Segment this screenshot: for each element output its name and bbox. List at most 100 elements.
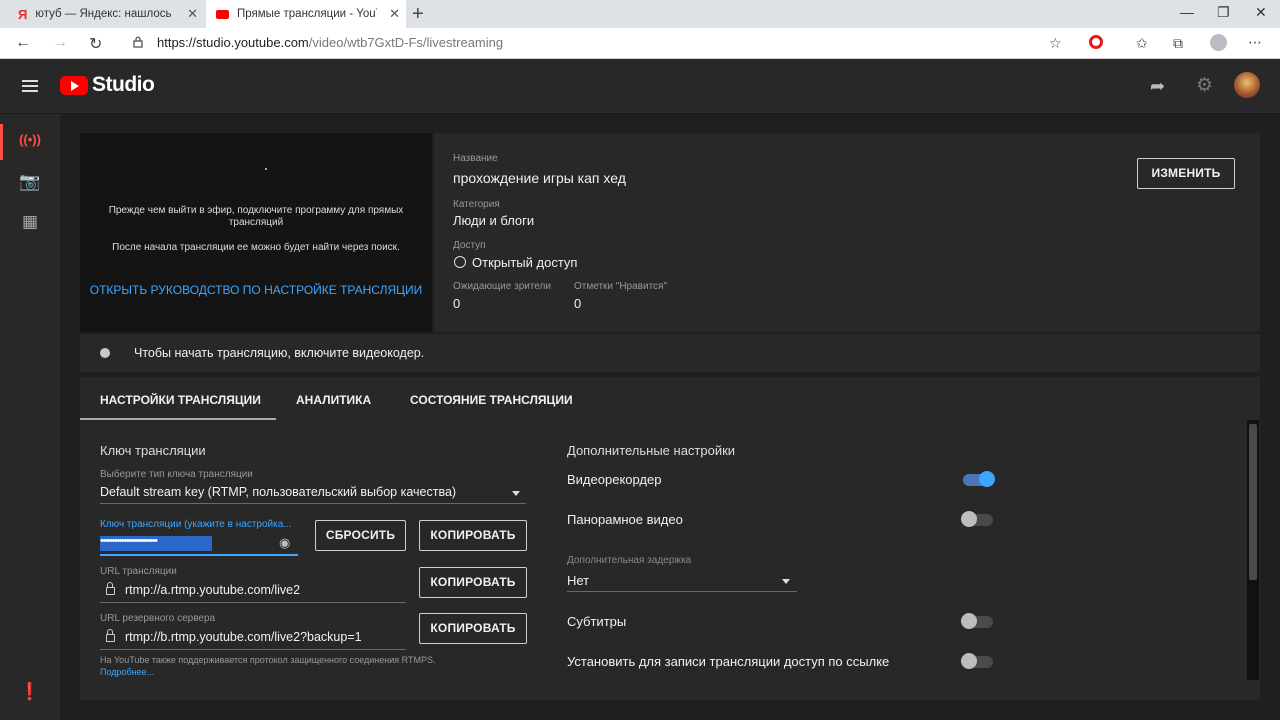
share-icon[interactable]: ➦ xyxy=(1150,76,1165,97)
url-field[interactable]: https://studio.youtube.com/video/wtb7Gxt… xyxy=(157,35,503,50)
feedback-icon[interactable]: ❗ xyxy=(0,682,60,702)
stream-preview: Прежде чем выйти в эфир, подключите прог… xyxy=(80,133,432,332)
lock-icon xyxy=(106,582,115,595)
panorama-label: Панорамное видео xyxy=(567,512,683,527)
studio-header: Studio ➦ ⚙ xyxy=(0,59,1280,114)
lock-icon xyxy=(106,629,115,642)
tab-title: ютуб — Яндекс: нашлось 66 млн xyxy=(35,8,175,20)
chevron-down-icon[interactable] xyxy=(512,491,520,496)
latency-underline xyxy=(567,591,797,592)
subtitles-toggle[interactable] xyxy=(961,613,993,629)
yandex-icon: Я xyxy=(18,6,28,22)
gear-icon[interactable]: ⚙ xyxy=(1196,74,1213,97)
category-value: Люди и блоги xyxy=(453,213,535,228)
tab-analytics[interactable]: АНАЛИТИКА xyxy=(296,393,371,407)
more-menu-icon[interactable]: ⋯ xyxy=(1248,34,1262,51)
minimize-icon[interactable]: — xyxy=(1180,4,1194,20)
favorite-star-icon[interactable]: ☆ xyxy=(1049,35,1062,52)
copy-url-button[interactable]: КОПИРОВАТЬ xyxy=(419,567,527,598)
browser-profile-icon[interactable] xyxy=(1210,34,1227,51)
backup-url-value: rtmp://b.rtmp.youtube.com/live2?backup=1 xyxy=(125,630,362,644)
select-underline xyxy=(100,503,526,504)
studio-brand: Studio xyxy=(92,73,155,96)
likes-value: 0 xyxy=(574,296,582,311)
close-tab-icon[interactable]: ✕ xyxy=(389,6,400,22)
stream-key-label: Ключ трансляции (укажите в настройка... xyxy=(100,519,292,530)
browser-tab-studio[interactable]: Прямые трансляции - YouTube Studio ✕ xyxy=(206,0,406,28)
subtitles-label: Субтитры xyxy=(567,614,627,629)
preview-connect-text: Прежде чем выйти в эфир, подключите прог… xyxy=(108,205,404,228)
url-path: /video/wtb7GxtD-Fs/livestreaming xyxy=(308,35,504,50)
status-bar: Чтобы начать трансляцию, включите видеок… xyxy=(80,334,1260,372)
live-stream-icon[interactable]: ((•)) xyxy=(0,132,60,147)
browser-tab-yandex[interactable]: Я ютуб — Яндекс: нашлось 66 млн ✕ xyxy=(8,0,204,28)
backup-url-underline xyxy=(100,649,406,650)
url-underline xyxy=(100,602,406,603)
key-underline xyxy=(100,554,298,556)
advanced-title: Дополнительные настройки xyxy=(567,443,736,458)
browser-tab-bar: Я ютуб — Яндекс: нашлось 66 млн ✕ Прямые… xyxy=(0,0,1280,28)
reset-button[interactable]: СБРОСИТЬ xyxy=(315,520,406,551)
tab-stream-settings[interactable]: НАСТРОЙКИ ТРАНСЛЯЦИИ xyxy=(100,393,261,407)
url-host: https://studio.youtube.com xyxy=(157,35,309,50)
loading-dot xyxy=(265,168,267,170)
scrollbar-thumb[interactable] xyxy=(1249,424,1257,580)
stream-url-value: rtmp://a.rtmp.youtube.com/live2 xyxy=(125,583,301,597)
backup-url-label: URL резервного сервера xyxy=(100,613,216,624)
unlisted-toggle[interactable] xyxy=(961,653,993,669)
camera-icon[interactable]: 📷 xyxy=(0,172,60,192)
stream-key-title: Ключ трансляции xyxy=(100,443,206,458)
chevron-down-icon[interactable] xyxy=(782,579,790,584)
youtube-icon xyxy=(216,9,229,19)
dvr-toggle[interactable] xyxy=(963,471,995,487)
tab-title: Прямые трансляции - YouTube Studio xyxy=(237,8,377,20)
close-window-icon[interactable]: ✕ xyxy=(1255,4,1267,21)
stream-key-input[interactable]: •••••••••••••••••••••••• xyxy=(100,535,158,547)
lock-icon[interactable] xyxy=(133,36,143,48)
calendar-icon[interactable]: ▦ xyxy=(0,212,60,232)
new-tab-icon[interactable]: + xyxy=(412,3,424,26)
edit-button[interactable]: ИЗМЕНИТЬ xyxy=(1137,158,1235,189)
key-type-label: Выберите тип ключа трансляции xyxy=(100,469,253,480)
latency-select[interactable]: Нет xyxy=(567,573,589,588)
settings-panel: НАСТРОЙКИ ТРАНСЛЯЦИИ АНАЛИТИКА СОСТОЯНИЕ… xyxy=(80,377,1260,700)
more-link[interactable]: Подробнее... xyxy=(100,667,154,677)
back-icon[interactable]: ← xyxy=(15,34,31,52)
opera-icon[interactable] xyxy=(1089,35,1103,49)
favorites-icon[interactable]: ✩ xyxy=(1136,35,1148,52)
access-value: Открытый доступ xyxy=(472,255,578,270)
tab-stream-health[interactable]: СОСТОЯНИЕ ТРАНСЛЯЦИИ xyxy=(410,393,573,407)
likes-label: Отметки "Нравится" xyxy=(574,281,668,292)
collections-icon[interactable]: ⧉ xyxy=(1173,35,1183,52)
maximize-icon[interactable]: ❐ xyxy=(1217,4,1230,21)
preview-search-text: После начала трансляции ее можно будет н… xyxy=(112,242,400,253)
eye-off-icon[interactable]: ◉ xyxy=(279,535,290,551)
youtube-logo-icon[interactable] xyxy=(60,76,88,95)
left-rail: ((•)) 📷 ▦ ❗ xyxy=(0,114,60,720)
panorama-toggle[interactable] xyxy=(961,511,993,527)
url-label: URL трансляции xyxy=(100,566,177,577)
forward-icon[interactable]: → xyxy=(52,34,68,52)
rtmps-note: На YouTube также поддерживается протокол… xyxy=(100,655,436,665)
active-tab-underline xyxy=(80,418,276,420)
status-dot-icon xyxy=(100,348,110,358)
status-text: Чтобы начать трансляцию, включите видеок… xyxy=(134,346,425,360)
menu-icon[interactable] xyxy=(22,80,38,95)
avatar[interactable] xyxy=(1234,72,1260,98)
reload-icon[interactable]: ↻ xyxy=(89,34,102,54)
close-tab-icon[interactable]: ✕ xyxy=(187,6,198,22)
copy-key-button[interactable]: КОПИРОВАТЬ xyxy=(419,520,527,551)
title-label: Название xyxy=(453,153,498,164)
copy-backup-url-button[interactable]: КОПИРОВАТЬ xyxy=(419,613,527,644)
guide-link[interactable]: ОТКРЫТЬ РУКОВОДСТВО ПО НАСТРОЙКЕ ТРАНСЛЯ… xyxy=(80,283,432,297)
key-type-select[interactable]: Default stream key (RTMP, пользовательск… xyxy=(100,485,456,499)
globe-icon xyxy=(454,256,466,268)
waiting-label: Ожидающие зрители xyxy=(453,281,551,292)
category-label: Категория xyxy=(453,199,500,210)
dvr-label: Видеорекордер xyxy=(567,472,662,487)
access-label: Доступ xyxy=(453,240,486,251)
address-bar: ← → ↻ https://studio.youtube.com/video/w… xyxy=(0,28,1280,59)
stream-info-panel: Название прохождение игры кап хед Катего… xyxy=(434,133,1260,332)
stream-title: прохождение игры кап хед xyxy=(453,170,626,186)
unlisted-label: Установить для записи трансляции доступ … xyxy=(567,654,890,669)
